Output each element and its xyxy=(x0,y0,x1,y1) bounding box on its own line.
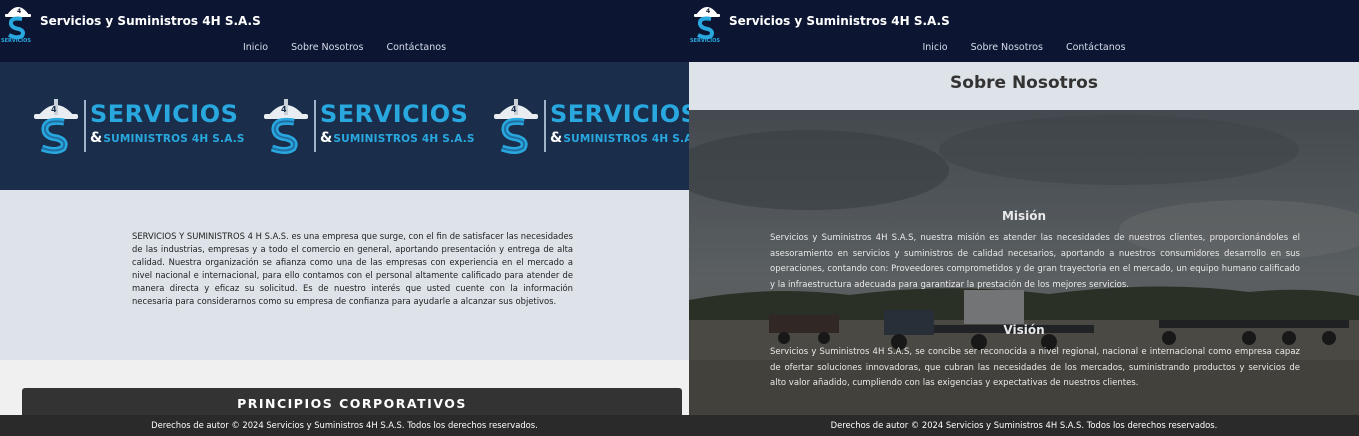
home-page: 4 SERVICIOS Servicios y Suministros 4H S… xyxy=(0,0,689,436)
hard-hat-icon: 4 xyxy=(264,99,308,154)
hard-hat-icon: 4 xyxy=(34,99,78,154)
logo-divider xyxy=(544,100,546,152)
vision-text: Servicios y Suministros 4H S.A.S, se con… xyxy=(770,347,1300,388)
logo-divider xyxy=(84,100,86,152)
hero-logo: 4 SERVICIOS &SUMINISTROS 4H S.A.S xyxy=(260,96,474,156)
footer: Derechos de autor © 2024 Servicios y Sum… xyxy=(0,415,689,436)
nav-link-sobre-nosotros[interactable]: Sobre Nosotros xyxy=(971,42,1043,53)
hard-hat-icon: 4 xyxy=(494,99,538,154)
hero-banner: 4 SERVICIOS &SUMINISTROS 4H S.A.S 4 SERV… xyxy=(0,62,689,190)
nav-link-inicio[interactable]: Inicio xyxy=(243,42,268,53)
hero-logo: 4 SERVICIOS &SUMINISTROS 4H S.A.S xyxy=(30,96,244,156)
vision-title: Visión xyxy=(1003,323,1045,337)
nav-link-contactanos[interactable]: Contáctanos xyxy=(386,42,446,53)
page-title: Sobre Nosotros xyxy=(950,73,1098,93)
svg-text:4: 4 xyxy=(281,105,287,114)
logo-word2-text: SUMINISTROS 4H S.A.S xyxy=(103,133,245,145)
svg-text:4: 4 xyxy=(51,105,57,114)
logo-word-servicios: SERVICIOS xyxy=(550,100,689,128)
nav-link-contactanos[interactable]: Contáctanos xyxy=(1066,42,1126,53)
logo-word-servicios: SERVICIOS xyxy=(320,100,469,128)
svg-text:4: 4 xyxy=(511,105,517,114)
nav-link-sobre-nosotros[interactable]: Sobre Nosotros xyxy=(291,42,363,53)
nav-links: Inicio Sobre Nosotros Contáctanos xyxy=(0,42,689,53)
mision-title: Misión xyxy=(1001,209,1047,223)
about-page: 4 SERVICIOS Servicios y Suministros 4H S… xyxy=(689,0,1359,436)
logo-ampersand: & xyxy=(550,130,563,146)
logo-divider xyxy=(314,100,316,152)
intro-paragraph: SERVICIOS Y SUMINISTROS 4 H S.A.S. es un… xyxy=(132,231,573,306)
navbar: 4 SERVICIOS Servicios y Suministros 4H S… xyxy=(0,0,689,62)
logo-word-suministros: &SUMINISTROS 4H S.A.S xyxy=(550,130,689,146)
svg-text:4: 4 xyxy=(706,8,710,15)
footer: Derechos de autor © 2024 Servicios y Sum… xyxy=(689,415,1359,436)
logo-ampersand: & xyxy=(90,130,103,146)
logo-ampersand: & xyxy=(320,130,333,146)
mision-text: Servicios y Suministros 4H S.A.S, nuestr… xyxy=(770,233,1300,290)
brand-name[interactable]: Servicios y Suministros 4H S.A.S xyxy=(729,14,950,28)
brand-name[interactable]: Servicios y Suministros 4H S.A.S xyxy=(40,14,261,28)
logo-word-suministros: &SUMINISTROS 4H S.A.S xyxy=(90,130,245,146)
principles-title: PRINCIPIOS CORPORATIVOS xyxy=(237,396,467,411)
nav-link-inicio[interactable]: Inicio xyxy=(922,42,947,53)
background-photo: Misión Servicios y Suministros 4H S.A.S,… xyxy=(689,110,1359,415)
logo-word2-text: SUMINISTROS 4H S.A.S xyxy=(563,133,689,145)
company-logo-icon[interactable]: 4 SERVICIOS xyxy=(0,0,36,44)
logo-word2-text: SUMINISTROS 4H S.A.S xyxy=(333,133,475,145)
nav-links: Inicio Sobre Nosotros Contáctanos xyxy=(689,42,1359,53)
company-logo-icon[interactable]: 4 SERVICIOS xyxy=(689,0,725,44)
svg-text:4: 4 xyxy=(17,8,21,15)
hero-logo: 4 SERVICIOS &SUMINISTROS 4H S.A.S xyxy=(490,96,689,156)
logo-word-suministros: &SUMINISTROS 4H S.A.S xyxy=(320,130,475,146)
intro-section: SERVICIOS Y SUMINISTROS 4 H S.A.S. es un… xyxy=(0,190,689,360)
navbar: 4 SERVICIOS Servicios y Suministros 4H S… xyxy=(689,0,1359,62)
logo-word-servicios: SERVICIOS xyxy=(90,100,239,128)
about-title-bar: Sobre Nosotros xyxy=(689,62,1359,110)
